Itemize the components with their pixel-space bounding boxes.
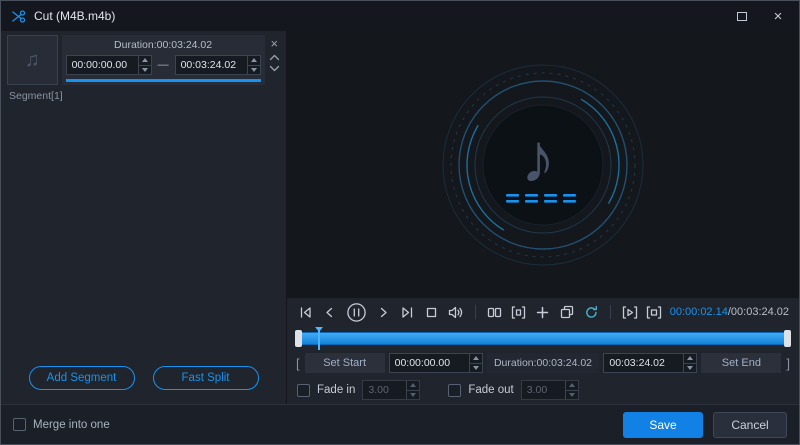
timeline-row [287,326,799,350]
spin-up-icon[interactable] [566,381,578,390]
maximize-icon [737,12,747,21]
fade-out-checkbox[interactable] [448,384,461,397]
fast-split-button[interactable]: Fast Split [153,366,259,390]
divider [475,305,476,319]
trim-end-input[interactable]: 00:03:24.02 [603,353,697,373]
segment-thumbnail[interactable]: ♫ [7,35,58,85]
save-button[interactable]: Save [623,412,703,438]
total-time: /00:03:24.02 [728,306,789,318]
spinner[interactable] [406,381,419,399]
playback-time: 00:00:02.14/00:03:24.02 [670,306,789,318]
spin-up-icon[interactable] [139,56,151,65]
footer: Merge into one Save Cancel [1,404,799,444]
split-icon[interactable] [486,301,503,323]
cancel-button[interactable]: Cancel [713,412,787,438]
spin-down-icon[interactable] [470,363,482,373]
segment-end-input[interactable]: 00:03:24.02 [175,55,261,75]
current-time: 00:00:02.14 [670,306,728,318]
audio-placeholder-icon: ♪ [438,60,648,270]
trim-start-input[interactable]: 00:00:00.00 [389,353,483,373]
segment-progress-bar [66,79,261,82]
spinner[interactable] [247,56,260,74]
fade-in-input[interactable]: 3.00 [362,380,420,400]
preview-area: ♪ [287,31,799,298]
transport-bar: 00:00:02.14/00:03:24.02 [287,298,799,326]
copy-icon[interactable] [559,301,576,323]
move-down-icon[interactable] [269,65,280,72]
pause-button-icon[interactable] [346,301,368,323]
spinner[interactable] [138,56,151,74]
timeline-track[interactable] [296,332,790,345]
move-up-icon[interactable] [269,54,280,61]
preview-panel: ♪ [286,31,799,404]
skip-end-icon[interactable] [399,301,416,323]
step-back-icon[interactable] [321,301,338,323]
merge-checkbox[interactable] [13,418,26,431]
step-forward-icon[interactable] [374,301,391,323]
spin-down-icon[interactable] [684,363,696,373]
set-start-button[interactable]: Set Start [305,353,385,373]
trim-start-handle[interactable] [295,330,302,347]
segment-strip: ♫ Duration:00:03:24.02 00:00:00.00 — 00:… [1,31,286,85]
titlebar: Cut (M4B.m4b) × [1,1,799,31]
add-icon[interactable] [534,301,551,323]
segment-name: Segment[1] [1,85,286,102]
set-end-button[interactable]: Set End [701,353,781,373]
right-bracket: ] [785,356,791,371]
left-bracket: [ [295,356,301,371]
spin-up-icon[interactable] [248,56,260,65]
spinner[interactable] [469,354,482,372]
spin-down-icon[interactable] [566,390,578,400]
merge-label[interactable]: Merge into one [33,419,110,431]
merge-toggle[interactable]: Merge into one [13,418,110,431]
add-segment-button[interactable]: Add Segment [29,366,135,390]
preview-stop-icon[interactable] [645,301,662,323]
trim-row: [ Set Start 00:00:00.00 Duration:00:03:2… [287,350,799,376]
spin-up-icon[interactable] [407,381,419,390]
spin-down-icon[interactable] [248,65,260,75]
volume-icon[interactable] [447,301,464,323]
fade-row: Fade in 3.00 Fade out 3.00 [287,376,799,404]
playhead[interactable] [318,327,320,350]
spin-down-icon[interactable] [407,390,419,400]
preview-play-icon[interactable] [621,301,638,323]
fade-out-input[interactable]: 3.00 [521,380,579,400]
skip-start-icon[interactable] [297,301,314,323]
music-note-icon: ♪ [521,119,556,197]
window-title: Cut (M4B.m4b) [34,9,115,23]
fade-in-checkbox[interactable] [297,384,310,397]
spin-down-icon[interactable] [139,65,151,75]
range-dash: — [158,59,169,71]
spin-up-icon[interactable] [470,354,482,363]
spinner[interactable] [683,354,696,372]
trim-end-handle[interactable] [784,330,791,347]
segment-duration-label: Duration:00:03:24.02 [66,37,261,53]
trim-duration-label: Duration:00:03:24.02 [487,353,600,373]
divider [610,305,611,319]
maximize-button[interactable] [731,5,753,27]
segment-editor: Duration:00:03:24.02 00:00:00.00 — 00:03… [62,35,265,85]
fade-out-label[interactable]: Fade out [468,384,513,396]
cut-dialog: Cut (M4B.m4b) × ♫ Duration:00:03:24.02 0… [0,0,800,445]
music-note-icon: ♫ [25,49,40,72]
segment-marker-icon[interactable] [510,301,527,323]
stop-icon[interactable] [423,301,440,323]
spinner[interactable] [565,381,578,399]
segment-panel: ♫ Duration:00:03:24.02 00:00:00.00 — 00:… [1,31,286,404]
segment-start-input[interactable]: 00:00:00.00 [66,55,152,75]
spin-up-icon[interactable] [684,354,696,363]
close-button[interactable]: × [767,5,789,27]
scissors-icon [11,9,26,24]
fade-in-label[interactable]: Fade in [317,384,355,396]
segment-close-icon[interactable]: × [270,37,278,50]
reset-icon[interactable] [583,301,600,323]
